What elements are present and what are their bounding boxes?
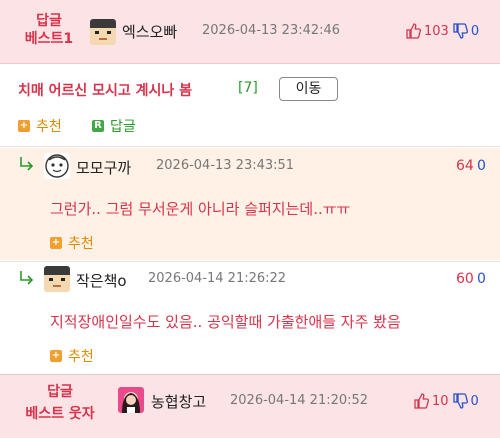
reply-item: 모모구까 2026-04-13 23:43:51 64 0 그런가.. 그럼 무…	[0, 148, 500, 260]
post-title[interactable]: 치매 어르신 모시고 계시나 봄	[18, 80, 192, 100]
reply-arrow-icon	[18, 270, 36, 290]
down-count: 0	[470, 393, 479, 409]
date: 2026-04-14 21:26:22	[148, 271, 287, 286]
date: 2026-04-13 23:43:51	[156, 158, 295, 173]
down-count: 0	[470, 23, 480, 39]
reply-button[interactable]: R 답글	[92, 116, 136, 136]
nickname[interactable]: 모모구까	[76, 157, 131, 178]
nickname[interactable]: 작은책o	[76, 270, 127, 291]
thumb-down-icon[interactable]	[452, 393, 468, 409]
down-count: 0	[477, 271, 486, 287]
reply-r-icon: R	[92, 120, 104, 132]
nickname[interactable]: 농협창고	[151, 391, 206, 412]
vote-counts: 10 0	[413, 393, 479, 409]
reply-count: [7]	[238, 80, 258, 96]
best-reply-bottom: 답글 베스트 웃자 농협창고 2026-04-14 21:20:52 10 0	[0, 374, 500, 438]
avatar[interactable]	[44, 266, 70, 292]
recommend-button[interactable]: + 추천	[18, 116, 62, 136]
avatar[interactable]	[90, 19, 116, 45]
best-reply-top: 답글 베스트1 엑스오빠 2026-04-13 23:42:46 103 0	[0, 0, 500, 64]
recommend-label: 추천	[36, 119, 62, 135]
up-count: 60	[456, 271, 474, 287]
thumb-up-icon[interactable]	[413, 393, 429, 409]
reply-item: 작은책o 2026-04-14 21:26:22 60 0 지적장애인일수도 있…	[0, 262, 500, 372]
up-count: 103	[424, 23, 449, 39]
move-button[interactable]: 이동	[279, 77, 338, 101]
reply-content: 그런가.. 그럼 무서운게 아니라 슬퍼지는데..ㅠㅠ	[50, 200, 351, 218]
best-label: 답글 베스트 웃자	[25, 384, 95, 422]
date: 2026-04-13 23:42:46	[202, 23, 341, 38]
plus-icon: +	[18, 120, 30, 132]
thumb-down-icon[interactable]	[452, 23, 468, 39]
thumb-up-icon[interactable]	[405, 23, 421, 39]
date: 2026-04-14 21:20:52	[230, 393, 369, 408]
up-count: 10	[432, 393, 449, 409]
avatar[interactable]	[44, 153, 70, 179]
avatar[interactable]	[118, 387, 144, 413]
reply-label: 답글	[110, 119, 136, 135]
down-count: 0	[477, 158, 486, 174]
vote-counts: 103 0	[405, 23, 479, 39]
reply-arrow-icon	[18, 156, 36, 176]
plus-icon: +	[50, 237, 62, 249]
recommend-button[interactable]: + 추천	[50, 233, 94, 253]
reply-content: 지적장애인일수도 있음.. 공익할때 가출한애들 자주 봤음	[50, 313, 401, 331]
nickname[interactable]: 엑스오빠	[122, 21, 177, 42]
up-count: 64	[456, 158, 474, 174]
divider	[0, 146, 500, 147]
recommend-button[interactable]: + 추천	[50, 346, 94, 366]
recommend-label: 추천	[68, 236, 94, 252]
plus-icon: +	[50, 350, 62, 362]
recommend-label: 추천	[68, 349, 94, 365]
best-label: 답글 베스트1	[24, 13, 74, 47]
